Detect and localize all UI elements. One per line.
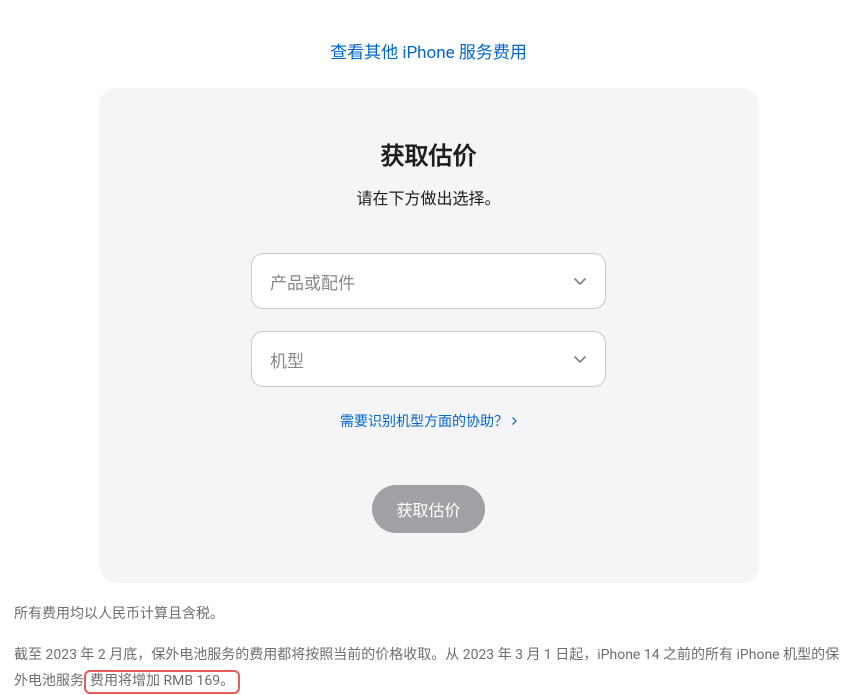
view-other-services-link[interactable]: 查看其他 iPhone 服务费用 bbox=[0, 0, 857, 88]
product-select-placeholder: 产品或配件 bbox=[270, 269, 355, 294]
card-subtitle: 请在下方做出选择。 bbox=[139, 185, 719, 209]
product-select[interactable]: 产品或配件 bbox=[251, 253, 606, 309]
chevron-right-icon bbox=[512, 417, 517, 425]
chevron-down-icon bbox=[573, 274, 587, 288]
product-select-wrapper: 产品或配件 bbox=[251, 253, 606, 309]
chevron-down-icon bbox=[573, 352, 587, 366]
estimate-card: 获取估价 请在下方做出选择。 产品或配件 机型 需要识别机型方面的协助？ bbox=[99, 88, 759, 583]
price-increase-highlight: 费用将增加 RMB 169。 bbox=[84, 670, 240, 694]
footer-para2: 截至 2023 年 2 月底，保外电池服务的费用都将按照当前的价格收取。从 20… bbox=[14, 642, 843, 695]
get-estimate-button[interactable]: 获取估价 bbox=[372, 485, 484, 533]
model-select-wrapper: 机型 bbox=[251, 331, 606, 387]
help-link-text: 需要识别机型方面的协助？ bbox=[340, 411, 508, 431]
model-select[interactable]: 机型 bbox=[251, 331, 606, 387]
model-select-placeholder: 机型 bbox=[270, 347, 304, 372]
identify-model-help-link[interactable]: 需要识别机型方面的协助？ bbox=[340, 411, 517, 431]
footer-text: 所有费用均以人民币计算且含税。 截至 2023 年 2 月底，保外电池服务的费用… bbox=[0, 583, 857, 695]
footer-para1: 所有费用均以人民币计算且含税。 bbox=[14, 601, 843, 628]
card-title: 获取估价 bbox=[139, 136, 719, 171]
